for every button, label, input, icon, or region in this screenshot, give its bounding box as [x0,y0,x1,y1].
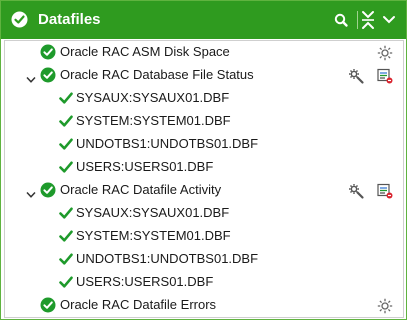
tree-item-row[interactable]: SYSTEM:SYSTEM01.DBF [5,110,403,133]
tree-group-label: Oracle RAC ASM Disk Space [60,44,230,59]
tree-item-row[interactable]: UNDOTBS1:UNDOTBS01.DBF [5,248,403,271]
gear-icon[interactable] [376,44,394,62]
chevron-down-icon[interactable] [378,9,400,31]
tree-item-row[interactable]: UNDOTBS1:UNDOTBS01.DBF [5,133,403,156]
report-icon[interactable] [376,182,394,200]
status-ok-icon [40,67,56,83]
checkmark-icon [59,206,73,220]
collapse-all-icon[interactable] [357,9,379,31]
tree-item-label: USERS:USERS01.DBF [76,159,214,174]
checkmark-icon [59,137,73,151]
chevron-down-icon[interactable] [26,186,36,198]
tree-group-row[interactable]: Oracle RAC Datafile Activity [5,179,403,202]
checkmark-icon [59,252,73,266]
tree-item-label: USERS:USERS01.DBF [76,274,214,289]
status-ok-icon [40,44,56,60]
tree-item-label: SYSAUX:SYSAUX01.DBF [76,90,230,105]
tree-group-row[interactable]: Oracle RAC ASM Disk Space [5,41,403,64]
chevron-down-icon[interactable] [26,71,36,83]
check-circle-icon [11,11,28,28]
tree-item-row[interactable]: SYSTEM:SYSTEM01.DBF [5,225,403,248]
datafile-tree: Oracle RAC ASM Disk Space Oracle RAC Data… [4,40,404,318]
wrench-icon[interactable] [347,67,365,85]
checkmark-icon [59,275,73,289]
tree-group-label: Oracle RAC Datafile Activity [60,182,222,197]
gear-icon[interactable] [376,297,394,315]
tree-group-row[interactable]: Oracle RAC Datafile Errors [5,294,403,317]
panel-header: Datafiles [1,1,406,39]
tree-item-label: SYSTEM:SYSTEM01.DBF [76,113,231,128]
tree-item-row[interactable]: SYSAUX:SYSAUX01.DBF [5,87,403,110]
tree-item-label: UNDOTBS1:UNDOTBS01.DBF [76,136,259,151]
datafiles-panel: Datafiles Oracle RAC ASM Disk Space Oracl… [0,0,407,320]
status-ok-icon [40,182,56,198]
report-icon[interactable] [376,67,394,85]
panel-title: Datafiles [38,11,101,28]
status-ok-icon [40,297,56,313]
tree-item-row[interactable]: USERS:USERS01.DBF [5,271,403,294]
tree-group-row[interactable]: Oracle RAC Database File Status [5,64,403,87]
checkmark-icon [59,229,73,243]
wrench-icon[interactable] [347,182,365,200]
tree-group-label: Oracle RAC Database File Status [60,67,254,82]
tree-item-label: SYSAUX:SYSAUX01.DBF [76,205,230,220]
tree-item-row[interactable]: USERS:USERS01.DBF [5,156,403,179]
search-icon[interactable] [330,9,352,31]
tree-item-label: UNDOTBS1:UNDOTBS01.DBF [76,251,259,266]
tree-item-row[interactable]: SYSAUX:SYSAUX01.DBF [5,202,403,225]
checkmark-icon [59,160,73,174]
tree-group-label: Oracle RAC Datafile Errors [60,297,217,312]
checkmark-icon [59,114,73,128]
tree-item-label: SYSTEM:SYSTEM01.DBF [76,228,231,243]
checkmark-icon [59,91,73,105]
